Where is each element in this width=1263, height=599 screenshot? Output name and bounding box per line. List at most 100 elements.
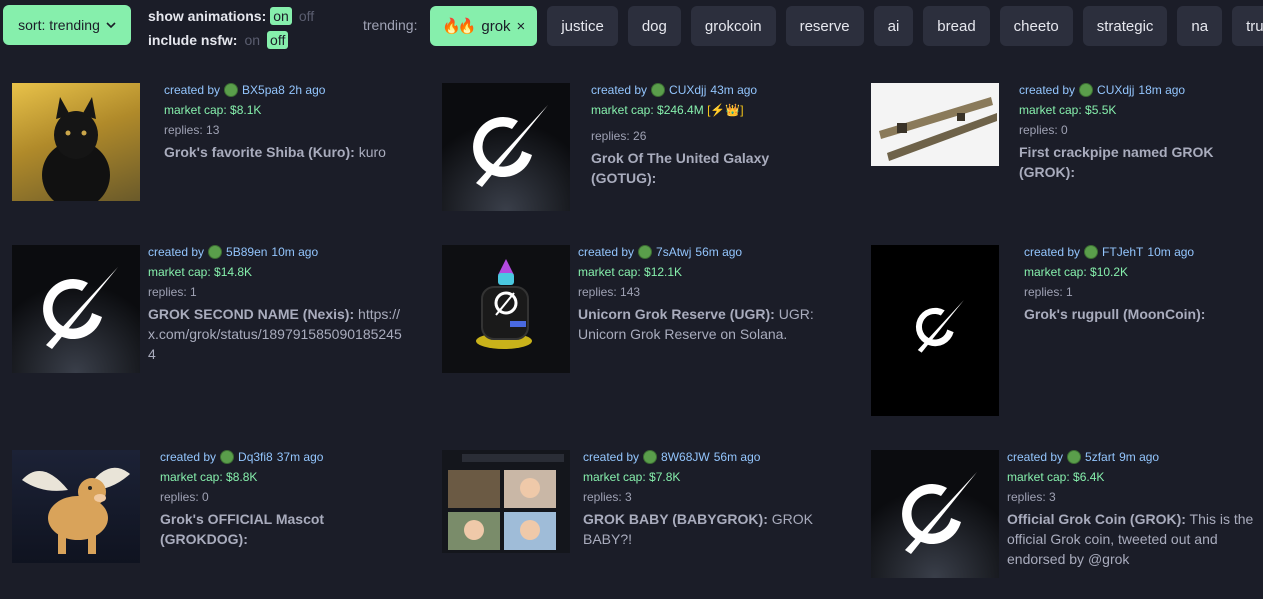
active-chip-label: grok bbox=[481, 17, 511, 35]
replies-count: replies: 1 bbox=[1024, 285, 1073, 299]
created-time: 2h ago bbox=[288, 83, 326, 97]
created-by: created by 8W68JW 56m ago bbox=[583, 447, 823, 467]
coin-name: Grok's rugpull (MoonCoin): bbox=[1024, 306, 1206, 322]
animations-label: show animations: bbox=[148, 8, 267, 24]
king-badge-icon: [⚡👑] bbox=[707, 103, 744, 117]
coin-meta: created by BX5pa8 2h ago market cap: $8.… bbox=[164, 80, 414, 162]
coin-image-grok-logo bbox=[12, 245, 140, 373]
coin-description: Grok's OFFICIAL Mascot (GROKDOG): bbox=[160, 509, 350, 549]
creator-link[interactable]: BX5pa8 bbox=[242, 80, 285, 100]
trending-chip[interactable]: dog bbox=[627, 6, 681, 46]
animations-off-button[interactable]: off bbox=[296, 7, 317, 25]
created-label: created by bbox=[583, 450, 640, 464]
creator-link[interactable]: Dq3fi8 bbox=[238, 447, 273, 467]
created-by: created by FTJehT 10m ago bbox=[1024, 242, 1263, 262]
coin-name: Grok's OFFICIAL Mascot (GROKDOG): bbox=[160, 511, 325, 547]
coin-name: GROK BABY (BABYGROK): bbox=[583, 511, 768, 527]
coin-description: Unicorn Grok Reserve (UGR): UGR: Unicorn… bbox=[578, 304, 828, 344]
coin-name: Grok Of The United Galaxy (GOTUG): bbox=[591, 150, 770, 186]
close-icon[interactable]: × bbox=[517, 18, 526, 35]
coin-name: Official Grok Coin (GROK): bbox=[1007, 511, 1186, 527]
created-by: created by 7sAtwj 56m ago bbox=[578, 242, 828, 262]
creator-link[interactable]: 7sAtwj bbox=[656, 242, 691, 262]
trending-chip[interactable]: na bbox=[1177, 6, 1223, 46]
avatar bbox=[1079, 83, 1094, 97]
coin-image-shiba bbox=[12, 83, 140, 201]
market-cap: market cap: $6.4K bbox=[1007, 470, 1105, 484]
creator-link[interactable]: FTJehT bbox=[1102, 242, 1143, 262]
replies-count: replies: 0 bbox=[160, 490, 209, 504]
coin-desc-text: kuro bbox=[354, 144, 386, 160]
market-cap: market cap: $12.1K bbox=[578, 265, 683, 279]
market-cap: market cap: $8.1K bbox=[164, 103, 262, 117]
replies-count: replies: 26 bbox=[591, 129, 647, 143]
coin-image-grok-logo bbox=[871, 245, 999, 416]
trending-chip[interactable]: reserve bbox=[785, 6, 864, 46]
created-by: created by CUXdjj 18m ago bbox=[1019, 80, 1263, 100]
avatar bbox=[1084, 245, 1099, 259]
avatar bbox=[208, 245, 223, 259]
nsfw-label: include nsfw: bbox=[148, 32, 238, 48]
top-bar: sort: trending show animations: on off i… bbox=[0, 0, 1263, 52]
created-time: 18m ago bbox=[1138, 83, 1186, 97]
coin-meta: created by FTJehT 10m ago market cap: $1… bbox=[1024, 242, 1263, 324]
trending-chip[interactable]: justice bbox=[547, 6, 618, 46]
coin-description: Grok's rugpull (MoonCoin): bbox=[1024, 304, 1263, 324]
trending-chip[interactable]: trump bbox=[1232, 6, 1263, 46]
creator-link[interactable]: CUXdjj bbox=[669, 80, 706, 100]
fire-icon: 🔥🔥 bbox=[442, 18, 476, 35]
creator-link[interactable]: 5B89en bbox=[226, 242, 267, 262]
coin-meta: created by 8W68JW 56m ago market cap: $7… bbox=[583, 447, 823, 549]
market-cap: market cap: $246.4M [⚡👑] bbox=[591, 100, 841, 120]
trending-chip[interactable]: cheeto bbox=[999, 6, 1073, 46]
coin-image-baby-collage bbox=[442, 450, 570, 553]
replies-count: replies: 1 bbox=[148, 285, 197, 299]
coin-name: GROK SECOND NAME (Nexis): bbox=[148, 306, 355, 322]
created-label: created by bbox=[164, 83, 221, 97]
sort-label: sort: trending bbox=[18, 17, 100, 33]
nsfw-off-button[interactable]: off bbox=[267, 31, 289, 49]
created-time: 10m ago bbox=[1147, 245, 1195, 259]
trending-chip[interactable]: ai bbox=[873, 6, 914, 46]
avatar bbox=[643, 450, 658, 464]
created-by: created by 5B89en 10m ago bbox=[148, 242, 408, 262]
nsfw-on-button[interactable]: on bbox=[241, 31, 263, 49]
replies-count: replies: 13 bbox=[164, 123, 220, 137]
creator-link[interactable]: 5zfart bbox=[1085, 447, 1115, 467]
created-time: 56m ago bbox=[713, 450, 761, 464]
coin-image-unicorn-reserve bbox=[442, 245, 570, 373]
created-time: 10m ago bbox=[271, 245, 319, 259]
coin-name: First crackpipe named GROK (GROK): bbox=[1019, 144, 1214, 180]
trending-chip-active[interactable]: 🔥🔥 grok × bbox=[430, 6, 538, 46]
coin-description: GROK SECOND NAME (Nexis): https://x.com/… bbox=[148, 304, 408, 364]
replies-count: replies: 0 bbox=[1019, 123, 1068, 137]
trending-chip[interactable]: bread bbox=[923, 6, 990, 46]
created-time: 9m ago bbox=[1119, 450, 1160, 464]
created-label: created by bbox=[1007, 450, 1064, 464]
market-cap: market cap: $5.5K bbox=[1019, 103, 1117, 117]
created-by: created by Dq3fi8 37m ago bbox=[160, 447, 410, 467]
coin-image-pipe bbox=[871, 83, 999, 166]
trending-chip[interactable]: grokcoin bbox=[690, 6, 776, 46]
coin-description: First crackpipe named GROK (GROK): bbox=[1019, 142, 1239, 182]
sort-dropdown[interactable]: sort: trending bbox=[3, 5, 131, 45]
created-by: created by BX5pa8 2h ago bbox=[164, 80, 414, 100]
created-by: created by 5zfart 9m ago bbox=[1007, 447, 1263, 467]
creator-link[interactable]: CUXdjj bbox=[1097, 80, 1134, 100]
coin-meta: created by 5B89en 10m ago market cap: $1… bbox=[148, 242, 408, 364]
created-time: 56m ago bbox=[695, 245, 743, 259]
creator-link[interactable]: 8W68JW bbox=[661, 447, 710, 467]
coin-image-winged-dog bbox=[12, 450, 140, 563]
avatar bbox=[651, 83, 666, 97]
animations-on-button[interactable]: on bbox=[270, 7, 292, 25]
created-label: created by bbox=[578, 245, 635, 259]
replies-count: replies: 143 bbox=[578, 285, 641, 299]
coin-meta: created by Dq3fi8 37m ago market cap: $8… bbox=[160, 447, 410, 549]
nsfw-toggle-row: include nsfw: on off bbox=[148, 29, 317, 51]
created-label: created by bbox=[148, 245, 205, 259]
coin-image-grok-logo bbox=[442, 83, 570, 211]
coin-meta: created by CUXdjj 43m ago market cap: $2… bbox=[591, 80, 841, 188]
trending-chip[interactable]: strategic bbox=[1082, 6, 1168, 46]
coin-name: Grok's favorite Shiba (Kuro): bbox=[164, 144, 355, 160]
created-by: created by CUXdjj 43m ago bbox=[591, 80, 841, 100]
